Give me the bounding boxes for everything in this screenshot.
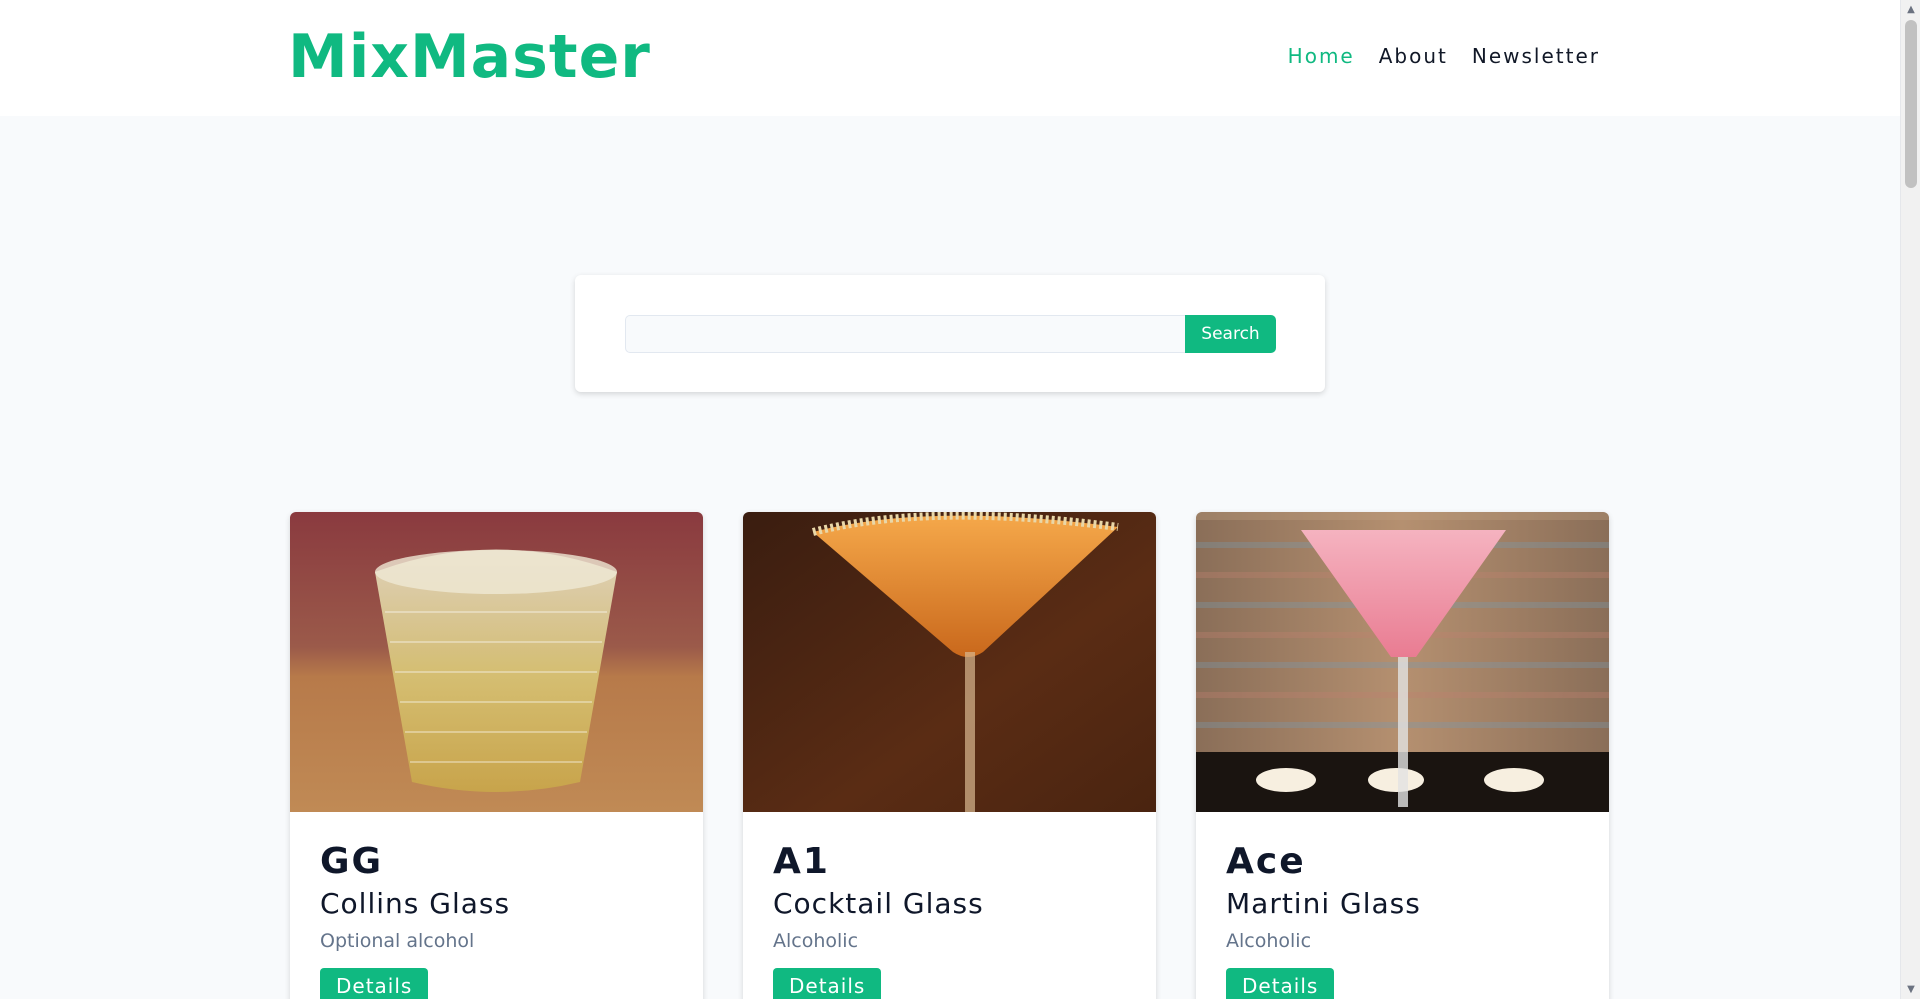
- card-body: Ace Martini Glass Alcoholic Details: [1196, 812, 1609, 999]
- card-body: GG Collins Glass Optional alcohol Detail…: [290, 812, 703, 999]
- cocktail-card: A1 Cocktail Glass Alcoholic Details: [743, 512, 1156, 999]
- cocktail-card: GG Collins Glass Optional alcohol Detail…: [290, 512, 703, 999]
- cocktail-glass: Cocktail Glass: [773, 887, 984, 920]
- search-button[interactable]: Search: [1185, 315, 1276, 353]
- cocktail-glass: Martini Glass: [1226, 887, 1421, 920]
- nav-links: Home About Newsletter: [1288, 44, 1600, 68]
- card-body: A1 Cocktail Glass Alcoholic Details: [743, 812, 1156, 999]
- navbar: MixMaster Home About Newsletter: [0, 0, 1900, 116]
- search-input[interactable]: [625, 315, 1185, 353]
- nav-newsletter[interactable]: Newsletter: [1472, 44, 1600, 68]
- scroll-thumb[interactable]: [1905, 20, 1917, 188]
- search-form: Search: [625, 315, 1276, 353]
- cocktail-photo-icon: [743, 512, 1156, 812]
- cocktail-type: Alcoholic: [773, 930, 859, 952]
- cocktail-type: Alcoholic: [1226, 930, 1312, 952]
- cocktail-name: GG: [320, 841, 384, 882]
- cocktail-photo-icon: [1196, 512, 1609, 812]
- scrollbar[interactable]: ▲ ▼: [1900, 0, 1920, 999]
- cocktail-photo-icon: [290, 512, 703, 812]
- cocktail-name: Ace: [1226, 841, 1306, 882]
- scroll-up-icon[interactable]: ▲: [1905, 4, 1917, 15]
- details-button[interactable]: Details: [320, 968, 429, 999]
- nav-about[interactable]: About: [1379, 44, 1448, 68]
- details-button[interactable]: Details: [773, 968, 882, 999]
- scroll-down-icon[interactable]: ▼: [1905, 984, 1917, 995]
- cocktail-card: Ace Martini Glass Alcoholic Details: [1196, 512, 1609, 999]
- cocktail-name: A1: [773, 841, 830, 882]
- search-card: Search: [575, 275, 1325, 392]
- cocktail-glass: Collins Glass: [320, 887, 511, 920]
- page: MixMaster Home About Newsletter Search G…: [0, 0, 1900, 999]
- nav-home[interactable]: Home: [1288, 44, 1355, 68]
- cocktail-type: Optional alcohol: [320, 930, 475, 952]
- details-button[interactable]: Details: [1226, 968, 1335, 999]
- brand-logo[interactable]: MixMaster: [288, 22, 651, 92]
- cocktail-list: GG Collins Glass Optional alcohol Detail…: [290, 512, 1609, 999]
